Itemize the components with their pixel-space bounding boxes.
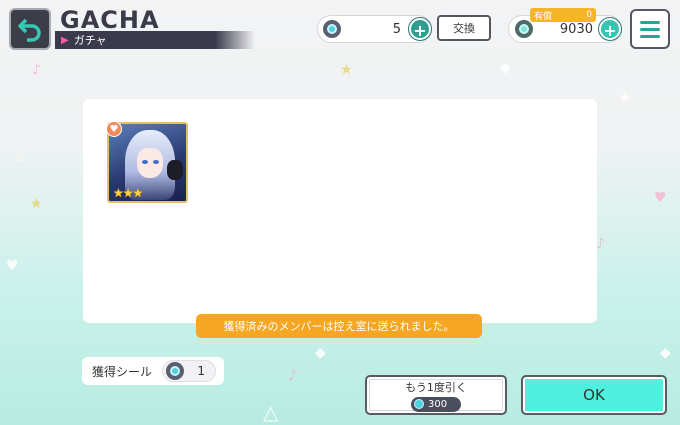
ok-button[interactable]: OK [521,375,667,415]
paid-label: 有償 [534,11,553,22]
background-star-icon: ★ [30,196,43,212]
draw-cost: 300 [411,396,461,412]
draw-cost-value: 300 [428,398,448,410]
cost-gem-icon [414,399,424,409]
back-button[interactable] [9,8,51,50]
background-triangle-icon: △ [263,400,279,424]
free-gem-counter: 5 + [317,15,432,43]
background-star-icon: ★ [340,62,353,78]
background-star-icon: ☆ [14,150,27,166]
free-gem-count: 5 [392,21,401,37]
seal-count-pill: 1 [162,360,216,382]
menu-button[interactable] [630,9,670,49]
result-notice: 獲得済みのメンバーは控え室に送られました。 [196,314,482,338]
page-subtitle-bar: ▶ ガチャ [55,31,255,49]
seal-label: 獲得シール [92,364,153,379]
buy-gem-button[interactable]: + [599,18,621,40]
draw-again-button[interactable]: もう1度引く 300 [365,375,507,415]
total-gem-count: 9030 [559,21,593,37]
paid-gem-icon [515,20,533,38]
page-title: GACHA [60,6,160,34]
gem-icon [323,20,341,38]
back-arrow-icon [18,18,41,42]
rarity-stars: ★★★ [113,186,143,200]
headphones-graphic [167,160,183,180]
seal-count: 1 [197,364,205,378]
exchange-button[interactable]: 交換 [437,15,491,41]
paid-gem-badge: 有償 0 [530,8,596,22]
background-diamond-icon: ◆ [660,345,671,361]
background-heart-icon: ♥ [6,258,19,274]
background-note-icon: ♪ [288,368,297,384]
menu-icon [640,20,660,24]
draw-again-label: もう1度引く [405,380,467,394]
paid-amount: 0 [586,10,592,20]
background-diamond-icon: ◆ [500,60,511,76]
gacha-result-panel: ★★★ ♥ [83,99,597,323]
background-star-icon: ★ [618,90,631,106]
seal-counter: 獲得シール 1 [82,357,224,385]
background-heart-icon: ♥ [654,190,667,206]
background-note-icon: ♪ [596,236,605,252]
play-arrow-icon: ▶ [61,34,69,46]
page-subtitle: ガチャ [73,34,107,47]
add-gem-button[interactable]: + [409,18,431,40]
background-diamond-icon: ◆ [315,345,326,361]
background-note-icon: ♪ [32,62,41,78]
seal-icon [166,362,184,380]
attribute-heart-icon: ♥ [106,121,122,137]
